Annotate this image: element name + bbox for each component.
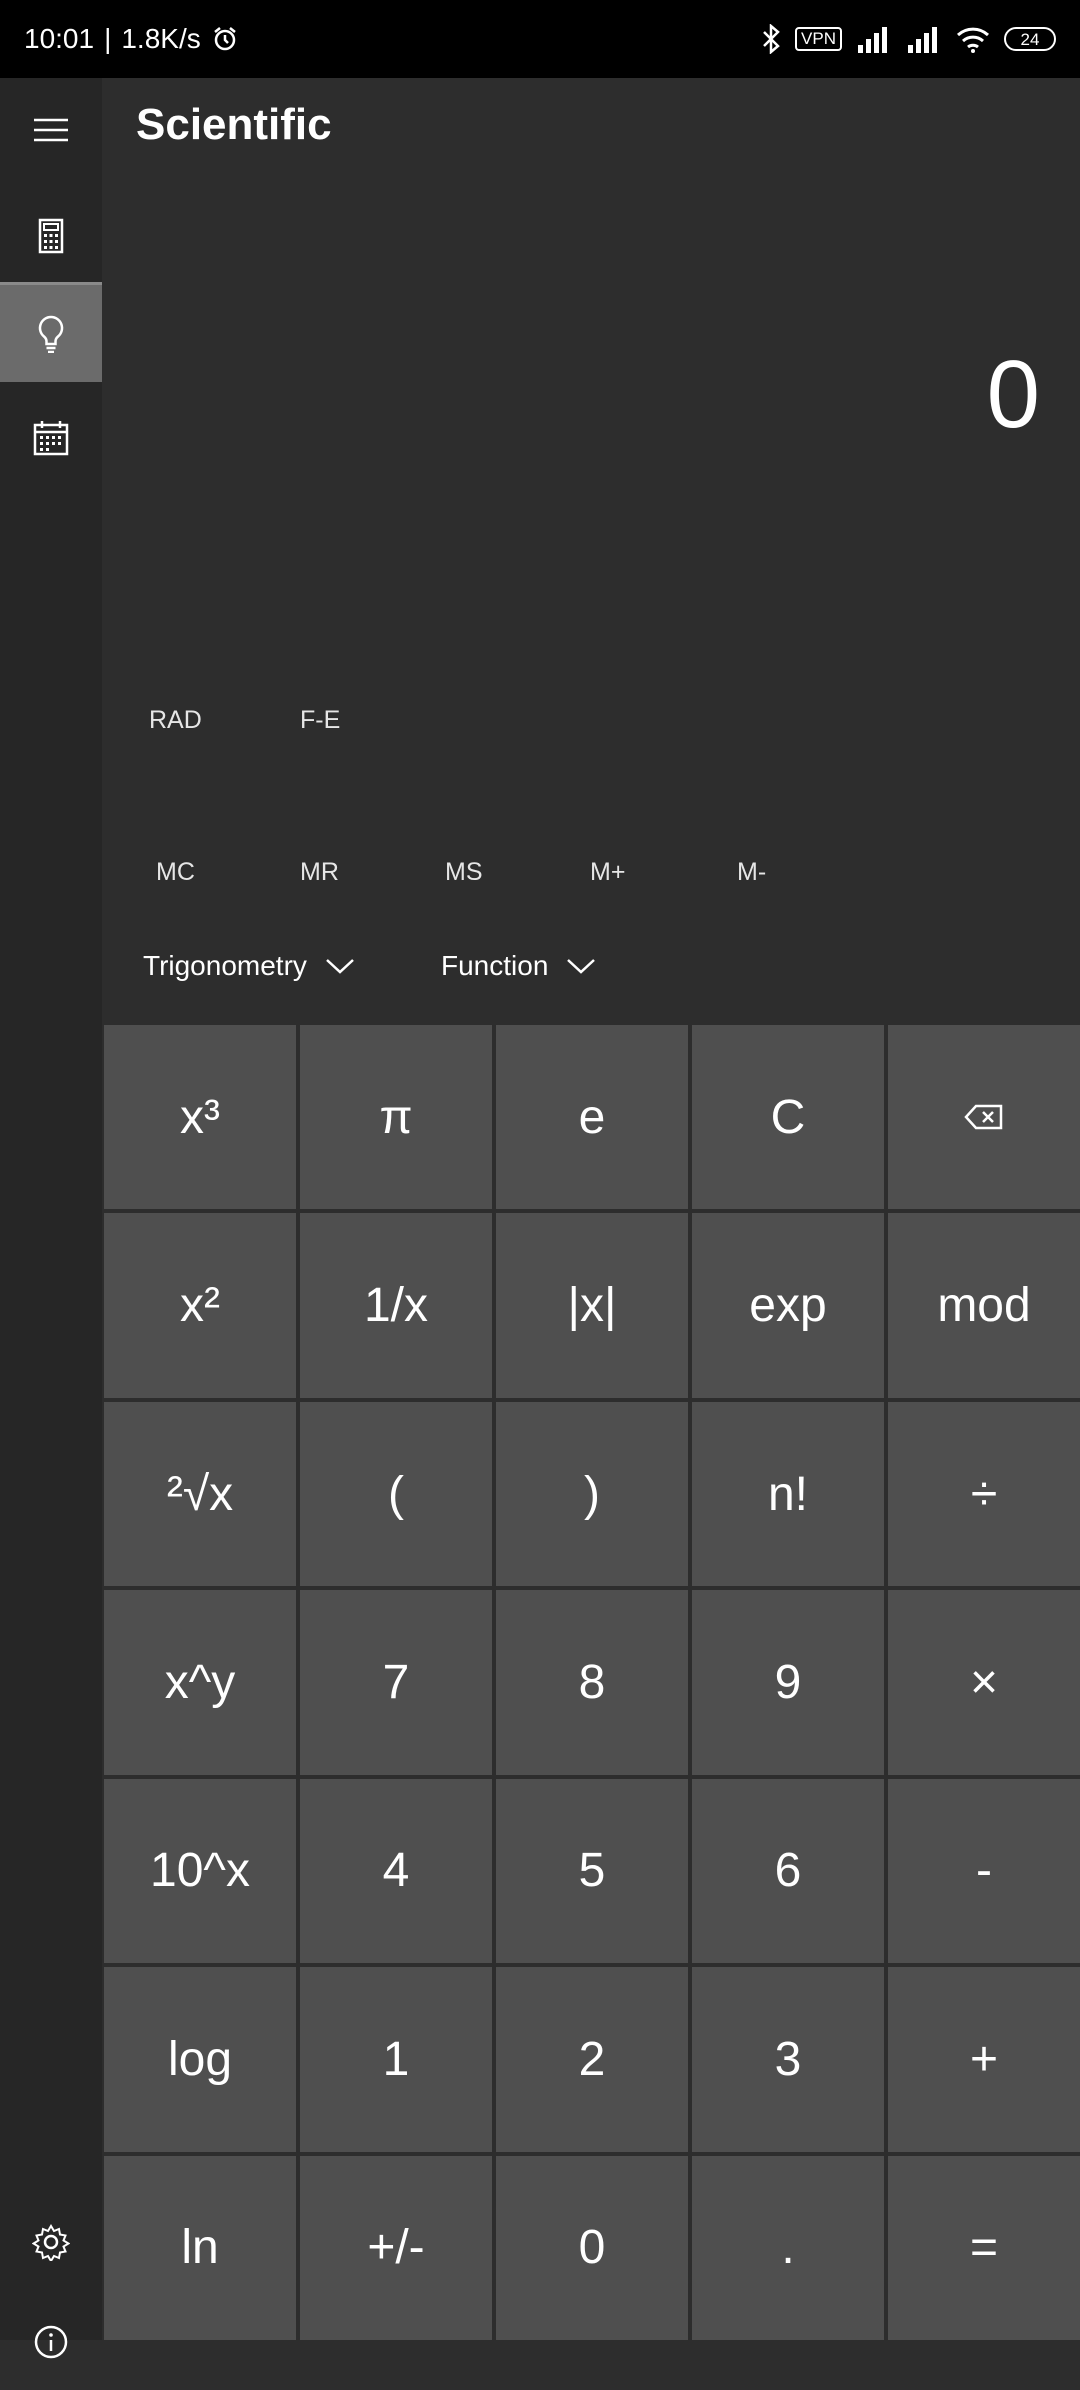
memory-store-button[interactable]: MS	[445, 858, 483, 887]
trigonometry-dropdown[interactable]: Trigonometry	[143, 950, 355, 982]
power-button[interactable]: x^y	[104, 1590, 296, 1775]
mod-button[interactable]: mod	[888, 1213, 1080, 1398]
settings-button[interactable]	[0, 2194, 102, 2290]
add-button[interactable]: +	[888, 1967, 1080, 2152]
nav-date-calculation[interactable]	[0, 390, 102, 486]
open-paren-button[interactable]: (	[300, 1401, 492, 1587]
battery-level: 24	[1020, 30, 1040, 49]
subtract-button[interactable]: -	[888, 1778, 1080, 1964]
chevron-down-icon	[326, 959, 354, 974]
cube-button[interactable]: x³	[104, 1025, 296, 1210]
trigonometry-label: Trigonometry	[143, 950, 307, 981]
status-left: 10:01 | 1.8K/s	[24, 23, 239, 55]
separator: |	[104, 23, 112, 54]
backspace-icon	[964, 1104, 1003, 1130]
page-title: Scientific	[136, 100, 332, 149]
nav-scientific[interactable]	[0, 282, 102, 382]
alarm-icon	[211, 25, 239, 53]
memory-subtract-button[interactable]: M-	[737, 858, 766, 887]
clock: 10:01	[24, 23, 95, 54]
ten-power-button[interactable]: 10^x	[104, 1778, 296, 1964]
chevron-down-icon	[567, 959, 596, 974]
keypad: x³ π e C x² 1/x |x| exp mod ²√x ( ) n! ÷…	[104, 1025, 1080, 2340]
calculator-icon	[38, 218, 64, 254]
digit-1-button[interactable]: 1	[300, 1967, 492, 2152]
memory-add-button[interactable]: M+	[590, 858, 625, 887]
memory-recall-button[interactable]: MR	[300, 858, 339, 887]
bluetooth-icon	[761, 24, 781, 54]
log-button[interactable]: log	[104, 1967, 296, 2152]
signal-icon-1	[856, 25, 892, 53]
gear-icon	[32, 2224, 70, 2261]
status-right: VPN 24	[761, 24, 1056, 54]
divide-button[interactable]: ÷	[888, 1401, 1080, 1587]
negate-button[interactable]: +/-	[300, 2155, 492, 2340]
square-root-button[interactable]: ²√x	[104, 1401, 296, 1587]
reciprocal-button[interactable]: 1/x	[300, 1213, 492, 1398]
battery-indicator: 24	[1004, 27, 1056, 51]
format-toggle-button[interactable]: F-E	[300, 706, 340, 735]
digit-6-button[interactable]: 6	[692, 1778, 884, 1964]
digit-5-button[interactable]: 5	[496, 1778, 688, 1964]
hamburger-icon	[34, 118, 68, 142]
lightbulb-icon	[38, 315, 64, 353]
about-button[interactable]	[0, 2294, 102, 2390]
multiply-button[interactable]: ×	[888, 1590, 1080, 1775]
close-paren-button[interactable]: )	[496, 1401, 688, 1587]
absolute-button[interactable]: |x|	[496, 1213, 688, 1398]
calendar-icon	[33, 421, 69, 456]
result-display: 0	[986, 341, 1040, 448]
decimal-button[interactable]: .	[692, 2155, 884, 2340]
function-label: Function	[441, 950, 549, 981]
sidebar	[0, 78, 102, 2359]
backspace-button[interactable]	[888, 1025, 1080, 1210]
square-button[interactable]: x²	[104, 1213, 296, 1398]
status-bar: 10:01 | 1.8K/s VPN 24	[0, 0, 1080, 78]
factorial-button[interactable]: n!	[692, 1401, 884, 1587]
network-speed: 1.8K/s	[121, 23, 201, 54]
digit-9-button[interactable]: 9	[692, 1590, 884, 1775]
digit-8-button[interactable]: 8	[496, 1590, 688, 1775]
signal-icon-2	[906, 25, 942, 53]
digit-3-button[interactable]: 3	[692, 1967, 884, 2152]
exp-button[interactable]: exp	[692, 1213, 884, 1398]
angle-mode-button[interactable]: RAD	[149, 706, 202, 735]
ln-button[interactable]: ln	[104, 2155, 296, 2340]
wifi-icon	[956, 25, 990, 53]
euler-button[interactable]: e	[496, 1025, 688, 1210]
equals-button[interactable]: =	[888, 2155, 1080, 2340]
nav-calculator[interactable]	[0, 188, 102, 284]
pi-button[interactable]: π	[300, 1025, 492, 1210]
function-dropdown[interactable]: Function	[441, 950, 596, 982]
info-icon	[34, 2325, 68, 2359]
digit-4-button[interactable]: 4	[300, 1778, 492, 1964]
digit-7-button[interactable]: 7	[300, 1590, 492, 1775]
digit-0-button[interactable]: 0	[496, 2155, 688, 2340]
digit-2-button[interactable]: 2	[496, 1967, 688, 2152]
clear-button[interactable]: C	[692, 1025, 884, 1210]
menu-button[interactable]	[0, 82, 102, 178]
vpn-badge: VPN	[795, 27, 842, 51]
memory-clear-button[interactable]: MC	[156, 858, 195, 887]
